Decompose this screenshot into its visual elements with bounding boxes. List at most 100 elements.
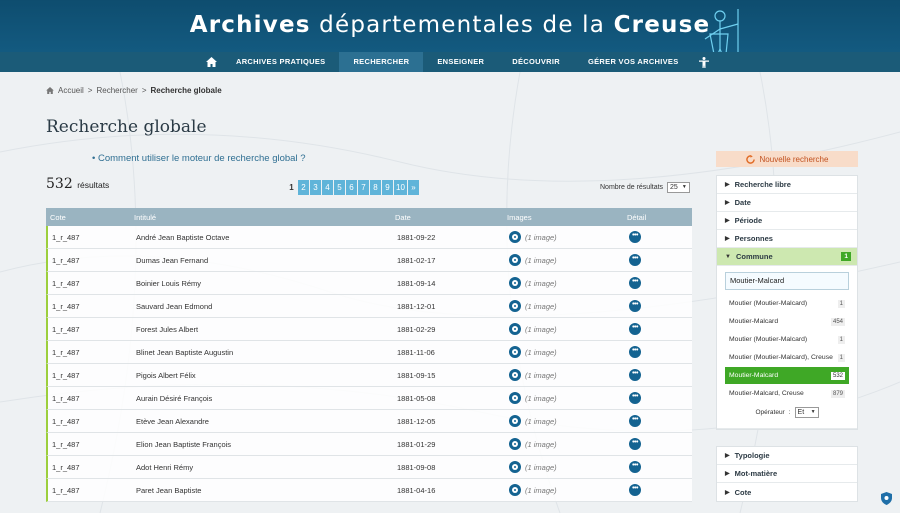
view-image-icon[interactable] xyxy=(509,392,521,404)
table-row[interactable]: 1_r_487 Sauvard Jean Edmond 1881-12-01 (1 i… xyxy=(46,295,692,318)
cell-intitule[interactable]: Paret Jean Baptiste xyxy=(134,486,397,495)
page-8[interactable]: 8 xyxy=(370,180,381,195)
per-page-select[interactable]: 25 ▼ xyxy=(667,182,690,193)
table-row[interactable]: 1_r_487 André Jean Baptiste Octave 1881-09… xyxy=(46,226,692,249)
cell-images[interactable]: (1 image) xyxy=(509,323,629,335)
facet-typologie[interactable]: ▶ Typologie xyxy=(717,447,857,465)
more-details-icon[interactable]: ••• xyxy=(629,254,641,266)
view-image-icon[interactable] xyxy=(509,300,521,312)
facet-commune[interactable]: ▼ Commune 1 xyxy=(717,248,857,266)
more-details-icon[interactable]: ••• xyxy=(629,346,641,358)
page-5[interactable]: 5 xyxy=(334,180,345,195)
nav-archives-pratiques[interactable]: ARCHIVES PRATIQUES xyxy=(222,52,339,72)
cell-images[interactable]: (1 image) xyxy=(509,346,629,358)
cell-intitule[interactable]: André Jean Baptiste Octave xyxy=(134,233,397,242)
cell-intitule[interactable]: Sauvard Jean Edmond xyxy=(134,302,397,311)
table-row[interactable]: 1_r_487 Blinet Jean Baptiste Augustin 1881… xyxy=(46,341,692,364)
cell-images[interactable]: (1 image) xyxy=(509,300,629,312)
view-image-icon[interactable] xyxy=(509,438,521,450)
nav-rechercher[interactable]: RECHERCHER xyxy=(339,52,424,72)
cell-images[interactable]: (1 image) xyxy=(509,415,629,427)
help-link[interactable]: • Comment utiliser le moteur de recherch… xyxy=(92,153,305,164)
more-details-icon[interactable]: ••• xyxy=(629,392,641,404)
nav-decouvrir[interactable]: DÉCOUVRIR xyxy=(498,52,574,72)
facet-mot-matiere[interactable]: ▶ Mot-matière xyxy=(717,465,857,483)
more-details-icon[interactable]: ••• xyxy=(629,484,641,496)
view-image-icon[interactable] xyxy=(509,231,521,243)
cell-images[interactable]: (1 image) xyxy=(509,231,629,243)
cell-images[interactable]: (1 image) xyxy=(509,254,629,266)
site-title[interactable]: Archives départementales de la Creuse xyxy=(0,12,900,38)
page-1[interactable]: 1 xyxy=(286,180,297,195)
view-image-icon[interactable] xyxy=(509,369,521,381)
breadcrumb-home[interactable]: Accueil xyxy=(58,86,84,95)
commune-input[interactable]: Moutier-Malcard xyxy=(725,272,849,290)
shield-icon[interactable] xyxy=(881,492,892,505)
cell-images[interactable]: (1 image) xyxy=(509,369,629,381)
accessibility-nav-button[interactable] xyxy=(693,52,715,72)
cell-intitule[interactable]: Blinet Jean Baptiste Augustin xyxy=(134,348,397,357)
facet-personnes[interactable]: ▶ Personnes xyxy=(717,230,857,248)
cell-detail[interactable]: ••• xyxy=(629,254,689,266)
cell-detail[interactable]: ••• xyxy=(629,369,689,381)
cell-detail[interactable]: ••• xyxy=(629,323,689,335)
cell-detail[interactable]: ••• xyxy=(629,346,689,358)
cell-detail[interactable]: ••• xyxy=(629,438,689,450)
view-image-icon[interactable] xyxy=(509,461,521,473)
more-details-icon[interactable]: ••• xyxy=(629,415,641,427)
help-link-text[interactable]: Comment utiliser le moteur de recherche … xyxy=(98,153,306,164)
nav-gerer-archives[interactable]: GÉRER VOS ARCHIVES xyxy=(574,52,693,72)
cell-images[interactable]: (1 image) xyxy=(509,392,629,404)
next-page-button[interactable]: » xyxy=(408,180,419,195)
cell-intitule[interactable]: Etève Jean Alexandre xyxy=(134,417,397,426)
more-details-icon[interactable]: ••• xyxy=(629,231,641,243)
breadcrumb-rechercher[interactable]: Rechercher xyxy=(96,86,137,95)
page-2[interactable]: 2 xyxy=(298,180,309,195)
cell-intitule[interactable]: Boinier Louis Rémy xyxy=(134,279,397,288)
cell-intitule[interactable]: Aurain Désiré François xyxy=(134,394,397,403)
more-details-icon[interactable]: ••• xyxy=(629,277,641,289)
commune-option[interactable]: Moutier-Malcard 532 xyxy=(725,367,849,384)
facet-periode[interactable]: ▶ Période xyxy=(717,212,857,230)
commune-option[interactable]: Moutier-Malcard 454 xyxy=(725,313,849,330)
commune-option[interactable]: Moutier (Moutier-Malcard) 1 xyxy=(725,295,849,312)
cell-intitule[interactable]: Pigois Albert Félix xyxy=(134,371,397,380)
cell-images[interactable]: (1 image) xyxy=(509,277,629,289)
cell-intitule[interactable]: Forest Jules Albert xyxy=(134,325,397,334)
page-9[interactable]: 9 xyxy=(382,180,393,195)
page-4[interactable]: 4 xyxy=(322,180,333,195)
operator-select[interactable]: Et ▼ xyxy=(794,407,819,418)
nav-enseigner[interactable]: ENSEIGNER xyxy=(423,52,498,72)
facet-date[interactable]: ▶ Date xyxy=(717,194,857,212)
cell-intitule[interactable]: Elion Jean Baptiste François xyxy=(134,440,397,449)
cell-detail[interactable]: ••• xyxy=(629,277,689,289)
table-row[interactable]: 1_r_487 Paret Jean Baptiste 1881-04-16 (1 i… xyxy=(46,479,692,502)
cell-detail[interactable]: ••• xyxy=(629,415,689,427)
more-details-icon[interactable]: ••• xyxy=(629,323,641,335)
table-row[interactable]: 1_r_487 Pigois Albert Félix 1881-09-15 (1 i… xyxy=(46,364,692,387)
col-cote[interactable]: Cote xyxy=(46,213,132,222)
commune-option[interactable]: Moutier-Malcard, Creuse 879 xyxy=(725,385,849,402)
cell-images[interactable]: (1 image) xyxy=(509,438,629,450)
page-3[interactable]: 3 xyxy=(310,180,321,195)
commune-option[interactable]: Moutier (Moutier-Malcard) 1 xyxy=(725,331,849,348)
table-row[interactable]: 1_r_487 Elion Jean Baptiste François 1881-… xyxy=(46,433,692,456)
page-10[interactable]: 10 xyxy=(394,180,407,195)
col-date[interactable]: Date xyxy=(395,213,507,222)
cell-images[interactable]: (1 image) xyxy=(509,484,629,496)
commune-option[interactable]: Moutier (Moutier-Malcard), Creuse 1 xyxy=(725,349,849,366)
view-image-icon[interactable] xyxy=(509,415,521,427)
more-details-icon[interactable]: ••• xyxy=(629,369,641,381)
cell-intitule[interactable]: Adot Henri Rémy xyxy=(134,463,397,472)
table-row[interactable]: 1_r_487 Etève Jean Alexandre 1881-12-05 (1 … xyxy=(46,410,692,433)
view-image-icon[interactable] xyxy=(509,323,521,335)
view-image-icon[interactable] xyxy=(509,277,521,289)
more-details-icon[interactable]: ••• xyxy=(629,438,641,450)
page-6[interactable]: 6 xyxy=(346,180,357,195)
table-row[interactable]: 1_r_487 Dumas Jean Fernand 1881-02-17 (1 im… xyxy=(46,249,692,272)
table-row[interactable]: 1_r_487 Aurain Désiré François 1881-05-08 (… xyxy=(46,387,692,410)
cell-detail[interactable]: ••• xyxy=(629,461,689,473)
new-search-button[interactable]: Nouvelle recherche xyxy=(716,151,858,167)
page-7[interactable]: 7 xyxy=(358,180,369,195)
cell-images[interactable]: (1 image) xyxy=(509,461,629,473)
